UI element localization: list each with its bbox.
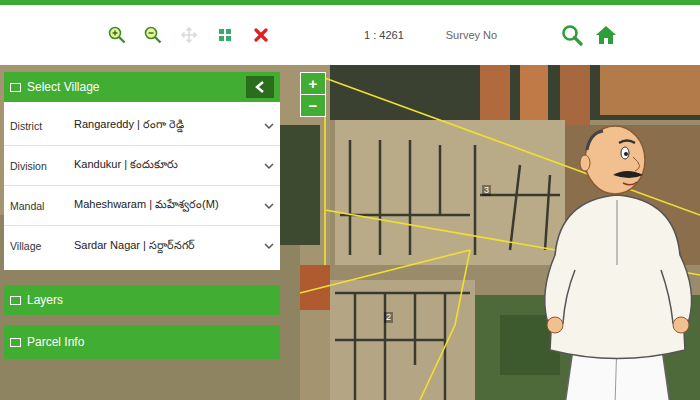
chevron-down-icon (264, 242, 274, 250)
section-bar[interactable]: Parcel Info (4, 325, 280, 359)
section-icon (10, 338, 21, 347)
select-field[interactable]: District Rangareddy | రంగా రెడ్డి (4, 106, 280, 146)
parcel-label[interactable]: 2 (384, 312, 393, 323)
full-extent-icon (216, 26, 234, 44)
spacer (4, 270, 280, 285)
select-field[interactable]: Mandal Maheshwaram | మహేశ్వరం(M) (4, 186, 280, 226)
full-extent-button[interactable] (216, 26, 234, 44)
panel-title: Select Village (27, 80, 240, 94)
select-village-panel: Select Village District Rangareddy | రంగా … (4, 72, 280, 359)
zoom-out-button[interactable]: − (301, 94, 325, 116)
clear-icon (252, 26, 270, 44)
zoom-in-icon (108, 26, 126, 44)
field-value[interactable]: Sardar Nagar | సర్దార్‌నగర్ (74, 239, 258, 254)
zoom-in-button[interactable]: + (301, 73, 325, 94)
field-value[interactable]: Rangareddy | రంగా రెడ్డి (74, 118, 258, 133)
parcel-label[interactable]: 3 (482, 185, 491, 196)
field-label: Village (10, 240, 68, 252)
search-button[interactable] (561, 24, 583, 46)
zoom-control: +− (300, 72, 326, 117)
chevron-down-icon (264, 162, 274, 170)
pan-icon (180, 26, 198, 44)
section-title: Layers (27, 293, 274, 307)
politician-cartoon (535, 105, 700, 400)
clear-button[interactable] (252, 26, 270, 44)
select-field[interactable]: Village Sardar Nagar | సర్దార్‌నగర్ (4, 226, 280, 266)
field-value[interactable]: Maheshwaram | మహేశ్వరం(M) (74, 198, 258, 213)
home-button[interactable] (595, 24, 617, 46)
pan-button[interactable] (180, 26, 198, 44)
chevron-left-icon (255, 81, 265, 93)
section-bar[interactable]: Layers (4, 285, 280, 315)
map-scale: 1 : 4261 (364, 29, 404, 41)
map-view[interactable]: 3 2 Select Village District Rangareddy | రంగ… (0, 65, 700, 400)
chevron-down-icon (264, 202, 274, 210)
collapse-button[interactable] (246, 76, 274, 98)
section-title: Parcel Info (27, 335, 274, 349)
zoom-out-icon (144, 26, 162, 44)
toolbar: 1 : 4261 Survey No (0, 5, 700, 65)
select-field[interactable]: Division Kandukur | కందుకూరు (4, 146, 280, 186)
search-icon (561, 24, 583, 46)
village-form: District Rangareddy | రంగా రెడ్డి Division… (4, 102, 280, 270)
spacer (4, 315, 280, 325)
field-label: District (10, 120, 68, 132)
home-icon (595, 24, 617, 46)
field-label: Mandal (10, 200, 68, 212)
chevron-down-icon (264, 122, 274, 130)
zoom-out-button[interactable] (144, 26, 162, 44)
section-icon (10, 296, 21, 305)
zoom-in-button[interactable] (108, 26, 126, 44)
field-label: Division (10, 160, 68, 172)
panel-icon (10, 83, 21, 92)
field-value[interactable]: Kandukur | కందుకూరు (74, 158, 258, 173)
panel-header[interactable]: Select Village (4, 72, 280, 102)
survey-no-label: Survey No (446, 29, 497, 41)
